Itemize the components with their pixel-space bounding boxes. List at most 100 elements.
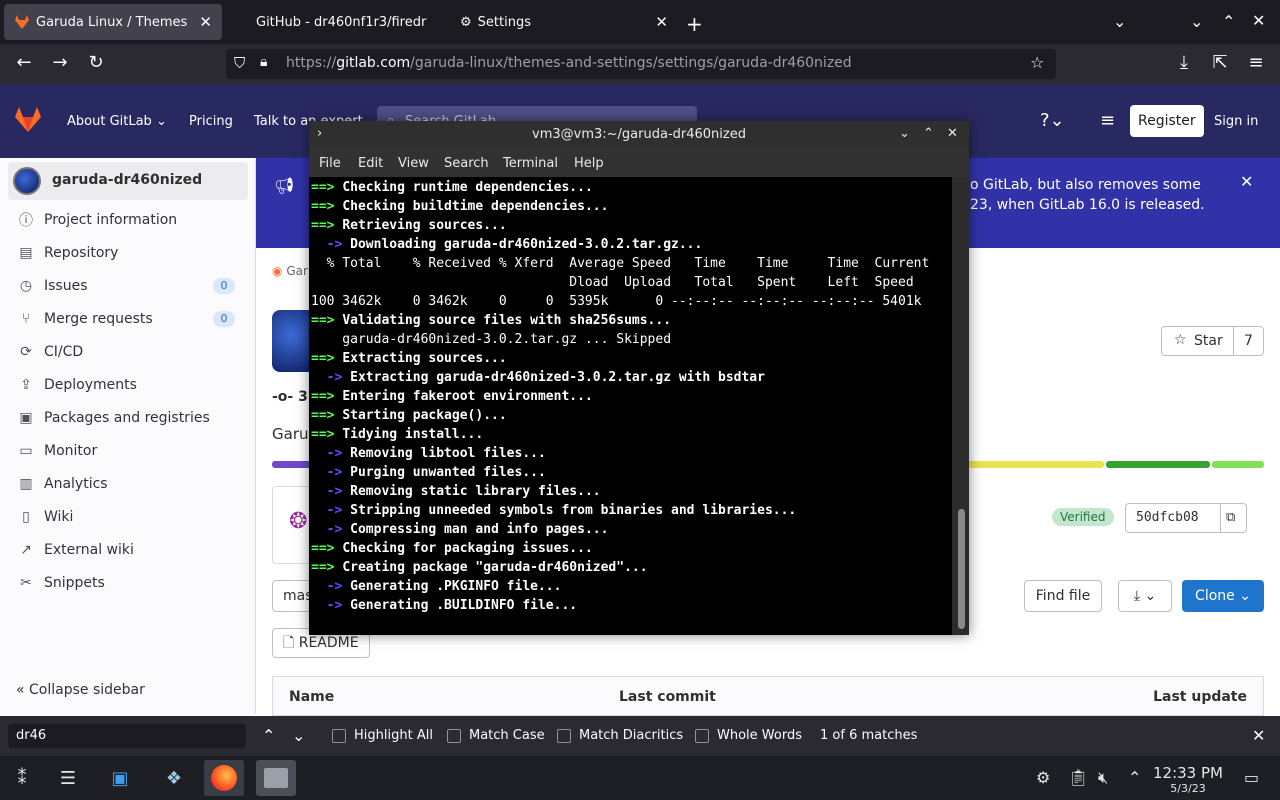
project-avatar [13, 167, 41, 195]
forward-icon[interactable]: → [48, 52, 72, 73]
system-tray-expand-icon[interactable]: ⌃ [1128, 768, 1141, 787]
terminal-line: garuda-dr460nized-3.0.2.tar.gz ... Skipp… [311, 332, 672, 347]
downloads-icon[interactable]: ⤓ [1172, 52, 1196, 73]
commit-sha[interactable]: 50dfcb08 ⧉ [1125, 503, 1247, 533]
sidebar-item-wiki[interactable]: ▯ Wiki [16, 505, 73, 529]
language-bar-segment [968, 461, 1104, 468]
terminal-scrollbar[interactable] [954, 177, 969, 635]
close-icon[interactable]: ✕ [947, 126, 958, 141]
terminal-menu-edit[interactable]: Edit [358, 156, 383, 171]
star-button[interactable]: ☆ Star 7 [1161, 326, 1264, 356]
garuda-app-icon[interactable]: ❖ [154, 760, 194, 796]
terminal-line: ==> Extracting sources... [311, 351, 507, 366]
about-gitlab-link[interactable]: About GitLab ⌄ [67, 114, 167, 129]
breadcrumb[interactable]: ◉ Gar [272, 264, 308, 278]
clipboard-icon[interactable]: 📋︎ [1068, 768, 1088, 787]
software-store-icon[interactable]: ▣ [100, 760, 140, 796]
firefox-task-icon[interactable] [204, 760, 244, 796]
sidebar-item-analytics[interactable]: ▥ Analytics [16, 472, 107, 496]
terminal-titlebar[interactable]: › vm3@vm3:~/garuda-dr460nized ⌄ ⌃ ✕ [309, 121, 969, 149]
whole-words-checkbox[interactable]: Whole Words [695, 728, 802, 743]
back-icon[interactable]: ← [12, 52, 36, 73]
banner-text: o GitLab, but also removes some 23, when… [970, 177, 1205, 213]
maximize-icon[interactable]: ⌃ [923, 126, 934, 141]
reload-icon[interactable]: ↻ [84, 52, 108, 73]
lock-icon[interactable]: 🔒︎ [260, 54, 267, 70]
verified-badge[interactable]: Verified [1052, 508, 1114, 526]
close-findbar-icon[interactable]: ✕ [1252, 726, 1265, 745]
pricing-link[interactable]: Pricing [189, 114, 233, 129]
close-tab-icon[interactable]: ✕ [655, 13, 668, 31]
sidebar-item-snippets[interactable]: ✂ Snippets [16, 571, 105, 595]
hamburger-menu-icon[interactable]: ≡ [1100, 110, 1115, 131]
url-bar[interactable]: ⛉ 🔒︎ https://gitlab.com/garuda-linux/the… [226, 49, 1056, 79]
terminal-line: Dload Upload Total Spent Left Speed [311, 275, 914, 290]
terminal-line: ==> Creating package "garuda-dr460nized"… [311, 560, 648, 575]
settings-app-icon[interactable]: ☰ [48, 760, 88, 796]
sidebar-item-label: Monitor [44, 443, 98, 459]
clock[interactable]: 12:33 PM 5/3/23 [1152, 764, 1224, 795]
highlight-all-checkbox[interactable]: Highlight All [332, 728, 433, 743]
clone-button[interactable]: Clone ⌄ [1182, 580, 1264, 612]
terminal-line: ==> Validating source files with sha256s… [311, 313, 672, 328]
new-tab-icon[interactable]: + [686, 12, 703, 36]
match-case-checkbox[interactable]: Match Case [447, 728, 545, 743]
volume-muted-icon[interactable]: 🔇︎ [1098, 768, 1108, 788]
minimize-icon[interactable]: ⌄ [899, 126, 910, 141]
show-desktop-icon[interactable]: ▭ [1244, 768, 1259, 787]
help-icon[interactable]: ?⌄ [1040, 110, 1065, 131]
language-bar-segment [1212, 461, 1264, 468]
find-file-button[interactable]: Find file [1024, 580, 1102, 612]
tab-github[interactable]: GitHub - dr460nf1r3/firedr [246, 4, 446, 40]
sidebar-item-ci-cd[interactable]: ⟳ CI/CD [16, 340, 83, 364]
gitlab-logo-icon[interactable] [14, 106, 42, 134]
close-tab-icon[interactable]: ✕ [199, 13, 212, 31]
column-name: Name [289, 689, 335, 705]
sidebar-item-external-wiki[interactable]: ↗ External wiki [16, 538, 134, 562]
find-previous-icon[interactable]: ⌃ [262, 726, 275, 745]
menu-icon[interactable]: ≡ [1244, 52, 1268, 73]
chevron-down-icon: ⌄ [1144, 588, 1157, 604]
terminal-line: -> Extracting garuda-dr460nized-3.0.2.ta… [311, 370, 765, 385]
list-all-tabs-icon[interactable]: ⌄ [1113, 12, 1126, 31]
match-diacritics-checkbox[interactable]: Match Diacritics [557, 728, 683, 743]
terminal-menu-terminal[interactable]: Terminal [503, 156, 558, 171]
url-text: https://gitlab.com/garuda-linux/themes-a… [286, 55, 852, 71]
terminal-output[interactable]: ==> Checking runtime dependencies... ==> … [309, 177, 952, 635]
branch-selector[interactable]: mas [272, 580, 313, 612]
terminal-task-icon[interactable] [256, 760, 296, 796]
sidebar-item-monitor[interactable]: ▭ Monitor [16, 439, 97, 463]
bookmark-star-icon[interactable]: ☆ [1030, 53, 1044, 72]
shield-icon[interactable]: ⛉ [234, 54, 245, 72]
project-header[interactable]: garuda-dr460nized [8, 162, 248, 200]
sidebar-item-repository[interactable]: ▤ Repository [16, 241, 118, 265]
terminal-menu-search[interactable]: Search [444, 156, 489, 171]
register-button[interactable]: Register [1130, 105, 1204, 137]
sidebar-item-packages-and-registries[interactable]: ▣ Packages and registries [16, 406, 209, 430]
chevron-down-icon: ⌄ [1239, 588, 1251, 604]
network-icon[interactable]: ⚙ [1036, 768, 1050, 787]
sidebar-item-issues[interactable]: ◷ Issues [16, 274, 88, 298]
download-button[interactable]: ⤓ ⌄ [1118, 580, 1172, 612]
terminal-title: vm3@vm3:~/garuda-dr460nized [532, 127, 746, 142]
close-banner-icon[interactable]: ✕ [1240, 172, 1253, 191]
tab-settings[interactable]: ⚙ Settings ✕ [450, 4, 678, 40]
find-next-icon[interactable]: ⌄ [292, 726, 305, 745]
find-input[interactable]: dr46 [8, 724, 246, 748]
close-window-icon[interactable]: ✕ [1252, 11, 1265, 30]
terminal-menu-view[interactable]: View [398, 156, 429, 171]
terminal-menu-help[interactable]: Help [574, 156, 604, 171]
terminal-menu-file[interactable]: File [319, 156, 341, 171]
collapse-sidebar-button[interactable]: « Collapse sidebar [16, 682, 145, 698]
sidebar-item-deployments[interactable]: ⇪ Deployments [16, 373, 137, 397]
scrollbar-thumb[interactable] [958, 509, 965, 629]
gitlab-favicon-icon [15, 15, 29, 29]
tab-garuda-linux[interactable]: Garuda Linux / Themes and ✕ [4, 4, 222, 40]
extensions-icon[interactable]: ⇱ [1208, 52, 1232, 73]
minimize-window-icon[interactable]: ⌄ [1190, 12, 1203, 31]
sidebar-item-project-information[interactable]: ⓘ Project information [16, 208, 177, 232]
maximize-window-icon[interactable]: ⌃ [1222, 12, 1235, 31]
sidebar-item-merge-requests[interactable]: ⑂ Merge requests [16, 307, 153, 331]
sign-in-link[interactable]: Sign in [1214, 114, 1258, 129]
application-launcher-icon[interactable]: ⁑ [2, 760, 42, 796]
